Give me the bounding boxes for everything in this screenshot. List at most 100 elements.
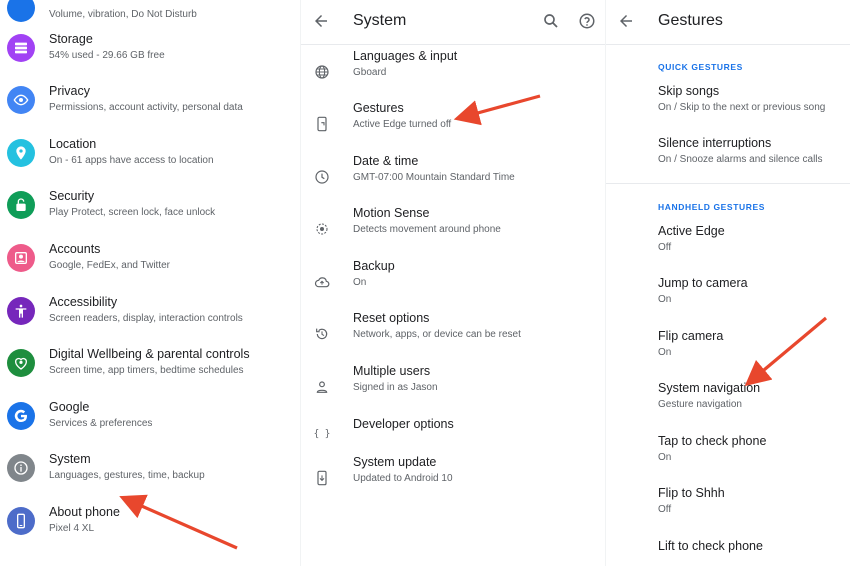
google-g-icon	[7, 402, 35, 430]
settings-item-subtitle: Screen time, app timers, bedtime schedul…	[49, 365, 244, 376]
system-item-backup[interactable]: Backup On	[301, 256, 606, 304]
settings-item-security[interactable]: Security Play Protect, screen lock, face …	[0, 188, 300, 240]
system-item-subtitle: Updated to Android 10	[353, 473, 453, 484]
settings-item-digital-wellbeing-parental-controls[interactable]: Digital Wellbeing & parental controls Scr…	[0, 346, 300, 398]
system-item-title: System update	[353, 455, 437, 469]
info-icon	[7, 454, 35, 482]
settings-item-location[interactable]: Location On - 61 apps have access to loca…	[0, 136, 300, 188]
settings-item-title: About phone	[49, 505, 120, 519]
system-header: System	[301, 0, 606, 44]
gesture-item-tap-to-check-phone[interactable]: Tap to check phone On	[606, 431, 850, 479]
settings-item-storage[interactable]: Storage 54% used - 29.66 GB free	[0, 31, 300, 83]
settings-item-title: Storage	[49, 32, 93, 46]
arrow-left-icon[interactable]	[615, 10, 637, 32]
globe-icon	[313, 63, 331, 81]
system-item-multiple-users[interactable]: Multiple users Signed in as Jason	[301, 361, 606, 409]
system-item-reset-options[interactable]: Reset options Network, apps, or device ca…	[301, 308, 606, 356]
gesture-item-title: Flip to Shhh	[658, 486, 725, 500]
settings-item-subtitle: Screen readers, display, interaction con…	[49, 313, 243, 324]
gesture-item-title: Flip camera	[658, 329, 724, 343]
gesture-item-skip-songs[interactable]: Skip songs On / Skip to the next or previ…	[606, 81, 850, 129]
page-title: Gestures	[658, 12, 723, 29]
system-item-system-update[interactable]: System update Updated to Android 10	[301, 452, 606, 500]
settings-item-sound[interactable]: Volume, vibration, Do Not Disturb	[0, 0, 300, 26]
gesture-item-subtitle: On / Snooze alarms and silence calls	[658, 154, 823, 165]
settings-item-subtitle: Services & preferences	[49, 418, 153, 429]
location-pin-icon	[7, 139, 35, 167]
settings-item-title: Google	[49, 400, 90, 414]
gesture-item-silence-interruptions[interactable]: Silence interruptions On / Snooze alarms …	[606, 133, 850, 181]
heart-icon	[7, 349, 35, 377]
system-item-languages-input[interactable]: Languages & input Gboard	[301, 46, 606, 94]
gesture-item-flip-to-shhh[interactable]: Flip to Shhh Off	[606, 483, 850, 531]
gesture-item-title: Silence interruptions	[658, 136, 772, 150]
header-divider	[606, 44, 850, 45]
person-icon	[313, 378, 331, 396]
phone-gesture-icon	[313, 115, 331, 133]
gestures-header: Gestures	[606, 0, 850, 44]
phone-icon	[7, 507, 35, 535]
gesture-item-subtitle: On	[658, 347, 672, 358]
lock-icon	[7, 191, 35, 219]
settings-item-subtitle: On - 61 apps have access to location	[49, 155, 214, 166]
gesture-item-subtitle: Off	[658, 242, 672, 253]
gesture-item-title: System navigation	[658, 381, 761, 395]
settings-item-system[interactable]: System Languages, gestures, time, backup	[0, 451, 300, 503]
settings-item-title: System	[49, 452, 91, 466]
system-item-title: Motion Sense	[353, 206, 430, 220]
settings-panel: Volume, vibration, Do Not Disturb Storag…	[0, 0, 300, 566]
system-item-subtitle: Gboard	[353, 67, 387, 78]
accessibility-icon	[7, 297, 35, 325]
storage-icon	[7, 34, 35, 62]
settings-item-subtitle: Google, FedEx, and Twitter	[49, 260, 170, 271]
system-item-subtitle: Active Edge turned off	[353, 119, 452, 130]
arrow-left-icon[interactable]	[310, 10, 332, 32]
svg-text:{ }: { }	[314, 428, 330, 439]
settings-item-subtitle: Volume, vibration, Do Not Disturb	[49, 9, 197, 20]
gesture-item-title: Active Edge	[658, 224, 725, 238]
system-item-subtitle: GMT-07:00 Mountain Standard Time	[353, 172, 515, 183]
gesture-item-flip-camera[interactable]: Flip camera On	[606, 326, 850, 374]
system-item-title: Date & time	[353, 154, 419, 168]
system-item-subtitle: Network, apps, or device can be reset	[353, 329, 521, 340]
system-update-icon	[313, 469, 331, 487]
gesture-item-system-navigation[interactable]: System navigation Gesture navigation	[606, 378, 850, 426]
search-icon[interactable]	[540, 10, 562, 32]
header-divider	[301, 44, 606, 45]
system-item-date-time[interactable]: Date & time GMT-07:00 Mountain Standard T…	[301, 151, 606, 199]
settings-item-subtitle: Pixel 4 XL	[49, 523, 95, 534]
motion-sense-icon	[313, 220, 331, 238]
system-item-gestures[interactable]: Gestures Active Edge turned off	[301, 98, 606, 146]
gesture-item-active-edge[interactable]: Active Edge Off	[606, 221, 850, 269]
gesture-item-title: Skip songs	[658, 84, 720, 98]
section-header-handheld-gestures: HANDHELD GESTURES	[658, 202, 766, 212]
settings-item-title: Security	[49, 189, 95, 203]
system-item-motion-sense[interactable]: Motion Sense Detects movement around phon…	[301, 203, 606, 251]
settings-item-google[interactable]: Google Services & preferences	[0, 399, 300, 451]
section-divider	[606, 183, 850, 184]
settings-item-subtitle: Permissions, account activity, personal …	[49, 102, 243, 113]
settings-item-title: Accessibility	[49, 295, 118, 309]
system-item-title: Languages & input	[353, 49, 458, 63]
settings-item-accessibility[interactable]: Accessibility Screen readers, display, in…	[0, 294, 300, 346]
reset-icon	[313, 325, 331, 343]
cloud-upload-icon	[313, 273, 331, 291]
settings-item-subtitle: 54% used - 29.66 GB free	[49, 50, 165, 61]
system-item-subtitle: On	[353, 277, 367, 288]
settings-item-privacy[interactable]: Privacy Permissions, account activity, pe…	[0, 83, 300, 135]
settings-item-title: Accounts	[49, 242, 101, 256]
settings-item-accounts[interactable]: Accounts Google, FedEx, and Twitter	[0, 241, 300, 293]
system-panel: System Languages & input Gboard Gestures Ac…	[301, 0, 606, 566]
gesture-item-jump-to-camera[interactable]: Jump to camera On	[606, 273, 850, 321]
settings-item-about-phone[interactable]: About phone Pixel 4 XL	[0, 504, 300, 556]
page-title: System	[353, 12, 407, 29]
help-icon[interactable]	[576, 10, 598, 32]
system-item-subtitle: Detects movement around phone	[353, 224, 501, 235]
gesture-item-lift-to-check-phone[interactable]: Lift to check phone	[606, 536, 850, 566]
gesture-item-title: Tap to check phone	[658, 434, 767, 448]
settings-item-subtitle: Play Protect, screen lock, face unlock	[49, 207, 216, 218]
gesture-item-title: Jump to camera	[658, 276, 748, 290]
volume-icon	[7, 0, 35, 22]
gesture-item-title: Lift to check phone	[658, 539, 763, 553]
settings-item-title: Location	[49, 137, 97, 151]
